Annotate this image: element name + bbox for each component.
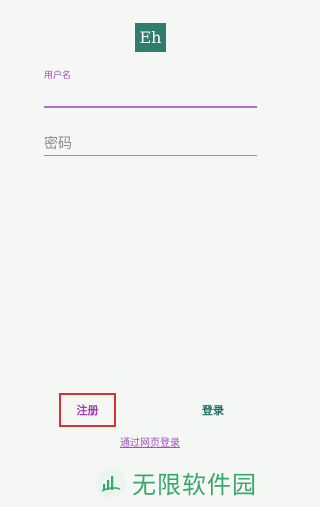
password-field[interactable] bbox=[44, 128, 257, 158]
login-button-label: 登录 bbox=[202, 404, 224, 417]
login-button[interactable]: 登录 bbox=[188, 396, 238, 424]
register-button[interactable]: 注册 bbox=[59, 393, 116, 427]
app-logo: Eh bbox=[135, 23, 166, 52]
register-button-label: 注册 bbox=[76, 404, 99, 417]
username-field[interactable]: 用户名 bbox=[44, 64, 257, 110]
password-input[interactable] bbox=[44, 132, 257, 154]
watermark-text: 无限软件园 bbox=[132, 471, 257, 499]
bars-badge-icon bbox=[96, 467, 126, 498]
password-underline bbox=[44, 155, 257, 156]
web-login-link[interactable]: 通过网页登录 bbox=[100, 434, 200, 449]
username-input[interactable] bbox=[44, 80, 257, 106]
watermark: 无限软件园 bbox=[96, 458, 300, 507]
username-underline bbox=[44, 106, 257, 108]
